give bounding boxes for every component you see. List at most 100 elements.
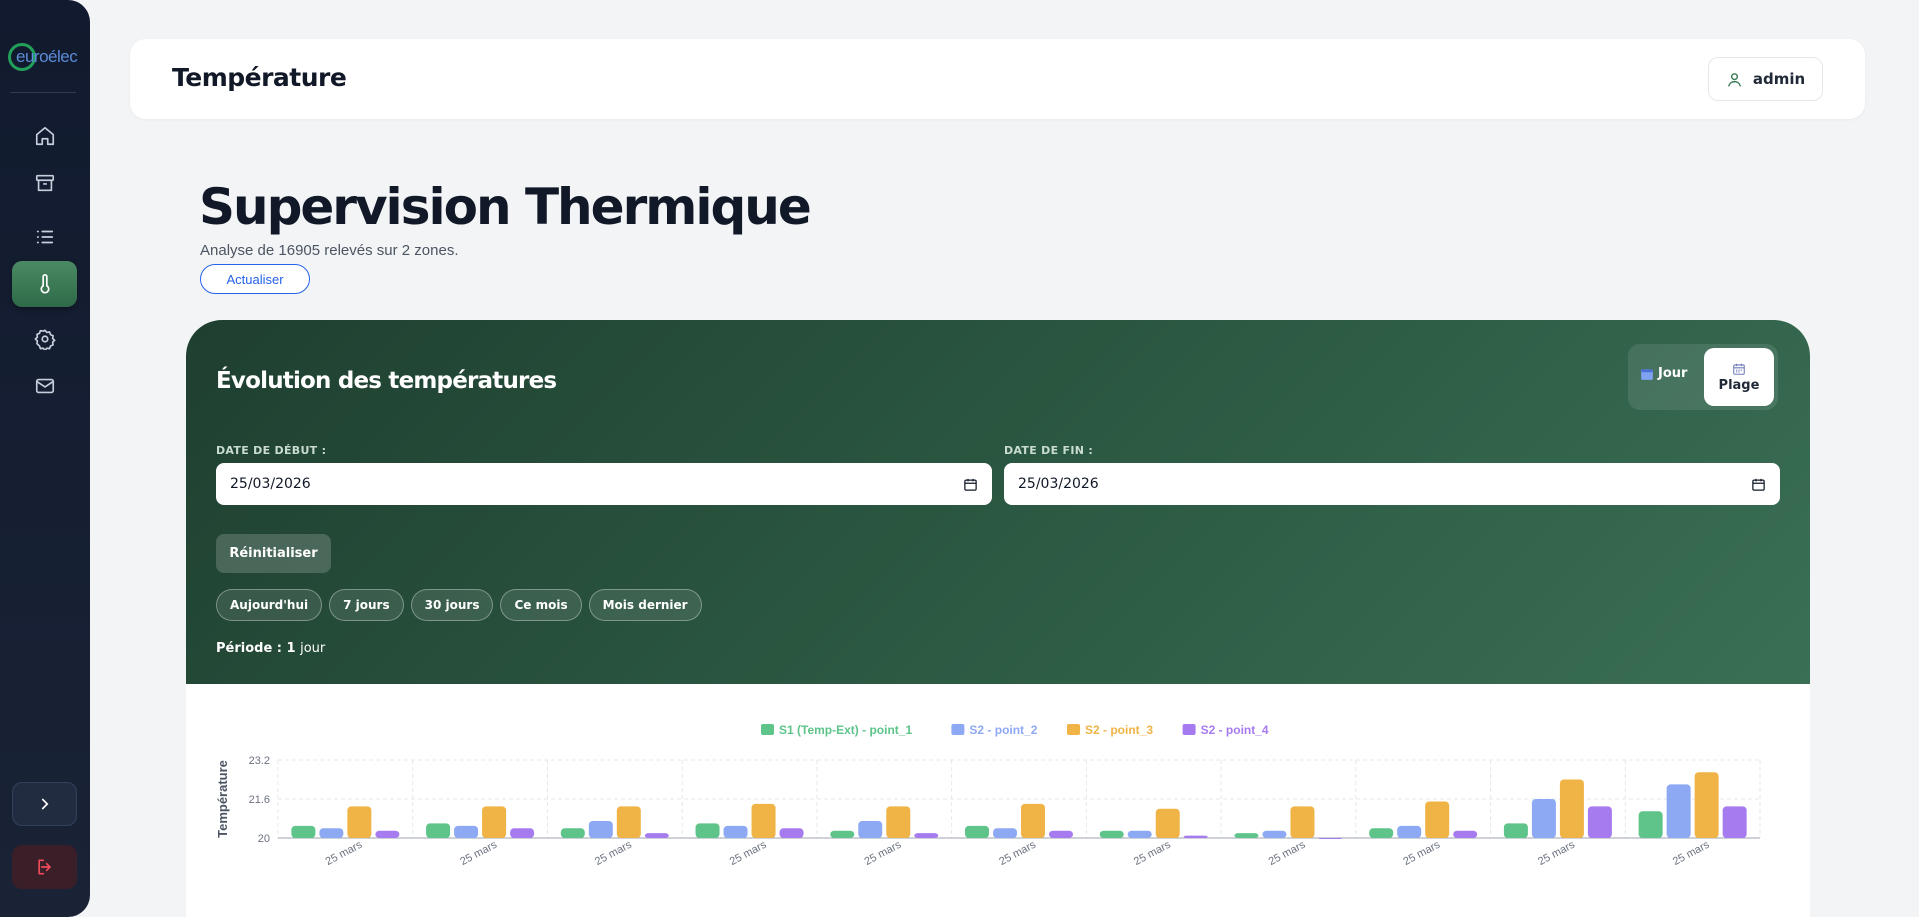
chart-bar [858, 820, 883, 838]
chart-bar [1234, 833, 1259, 838]
calendar-picker-icon[interactable] [1751, 477, 1766, 492]
chart-bar [1290, 806, 1315, 838]
chart-bar [291, 825, 316, 838]
chart-bar [510, 828, 535, 838]
calendar-picker-icon[interactable] [963, 477, 978, 492]
chart-bar [588, 820, 613, 838]
period-summary: Période : 1 jour [216, 641, 325, 656]
chart-bar [347, 806, 372, 838]
chart-bar [1155, 808, 1180, 838]
chart-bar [914, 833, 939, 838]
end-date-input[interactable]: 25/03/2026 [1004, 463, 1780, 505]
sidebar-item-settings[interactable] [12, 316, 77, 362]
legend-label: S2 - point_2 [969, 723, 1037, 737]
chart-svg: 20 21.6 23.2 Température 25 mars 25 mars 25 ma… [215, 723, 1761, 868]
x-tick-label: 25 mars [593, 838, 634, 867]
calendar-range-icon [1733, 363, 1745, 375]
chart-bar [319, 828, 344, 838]
sidebar-item-temperature[interactable] [12, 261, 77, 307]
y-tick-label: 23.2 [249, 755, 270, 767]
chart-bar [1453, 830, 1478, 838]
chart-bar [426, 823, 451, 838]
chart-bar [616, 806, 641, 838]
legend-label: S2 - point_4 [1201, 723, 1269, 737]
chart-bar [1587, 806, 1612, 838]
chart-bar [482, 806, 507, 838]
chevron-right-icon [41, 798, 48, 810]
expand-sidebar-button[interactable] [12, 782, 77, 826]
logout-icon [37, 859, 51, 875]
chart-bar [560, 828, 585, 838]
chart-bar [1559, 779, 1584, 838]
sidebar-item-home[interactable] [12, 113, 77, 159]
sidebar: euroélec [0, 0, 90, 917]
chart-bar [779, 828, 804, 838]
user-menu-button[interactable]: admin [1708, 57, 1823, 101]
page-subtitle: Analyse de 16905 relevés sur 2 zones. [200, 242, 459, 259]
mode-day-label: Jour [1658, 366, 1688, 381]
gear-icon [34, 329, 55, 350]
x-tick-label: 25 mars [1671, 838, 1712, 867]
calendar-icon [1641, 368, 1653, 380]
top-bar: Température admin [130, 39, 1865, 119]
x-tick-label: 25 mars [997, 838, 1038, 867]
chart-bar [886, 806, 911, 838]
start-date-label: DATE DE DÉBUT : [216, 444, 327, 457]
chart-bar [1127, 830, 1152, 838]
x-tick-label: 25 mars [1132, 838, 1173, 867]
mode-range-button[interactable]: Plage [1704, 348, 1774, 406]
chart-bar [1503, 823, 1528, 838]
start-date-value: 25/03/2026 [230, 476, 311, 492]
chart-bar [1397, 825, 1422, 838]
chart-bar [1722, 806, 1747, 838]
y-tick-label: 21.6 [249, 794, 270, 806]
legend-swatch [1067, 724, 1080, 735]
x-tick-label: 25 mars [1267, 838, 1308, 867]
chart-bar [830, 830, 855, 838]
y-tick-label: 20 [258, 833, 270, 845]
panel-title: Évolution des températures [216, 368, 557, 394]
sidebar-item-mail[interactable] [12, 363, 77, 409]
chart-bar [695, 823, 720, 838]
thermometer-icon [40, 274, 49, 294]
chart-bar [1318, 838, 1343, 839]
x-tick-label: 25 mars [1401, 838, 1442, 867]
quick-range-group: Aujourd'hui 7 jours 30 jours Ce mois Moi… [216, 589, 702, 621]
temperature-panel: Évolution des températures Jour Plage DA… [186, 320, 1810, 917]
legend-swatch [761, 724, 774, 735]
page-header-title: Température [172, 63, 347, 92]
chart-bar [993, 828, 1017, 838]
chart-bar [751, 803, 776, 838]
refresh-button[interactable]: Actualiser [200, 264, 310, 294]
legend-label: S1 (Temp-Ext) - point_1 [779, 723, 912, 737]
chart-bar [375, 830, 400, 838]
x-tick-label: 25 mars [728, 838, 769, 867]
logout-button[interactable] [12, 845, 77, 889]
quick-this-month-button[interactable]: Ce mois [500, 589, 582, 621]
quick-today-button[interactable]: Aujourd'hui [216, 589, 323, 621]
user-name: admin [1752, 70, 1806, 88]
chart-bar [1531, 799, 1556, 838]
period-label: Période : [216, 641, 282, 656]
chart-bar [1262, 830, 1287, 838]
x-tick-label: 25 mars [458, 838, 499, 867]
reset-button[interactable]: Réinitialiser [216, 534, 331, 573]
page-title: Supervision Thermique [199, 178, 812, 236]
quick-7days-button[interactable]: 7 jours [329, 589, 404, 621]
quick-30days-button[interactable]: 30 jours [410, 589, 494, 621]
home-icon [35, 126, 54, 146]
start-date-input[interactable]: 25/03/2026 [216, 463, 992, 505]
mode-day-button[interactable]: Jour [1640, 366, 1687, 381]
temperature-chart: 20 21.6 23.2 Température 25 mars 25 mars 25 ma… [186, 684, 1810, 917]
chart-bar [1694, 772, 1719, 838]
quick-last-month-button[interactable]: Mois dernier [588, 589, 702, 621]
archive-icon [35, 174, 54, 192]
brand-logo[interactable]: euroélec [6, 42, 86, 72]
chart-bar [1638, 811, 1663, 838]
mode-range-label: Plage [1718, 377, 1760, 393]
sidebar-item-list[interactable] [12, 214, 77, 260]
sidebar-item-archive[interactable] [12, 160, 77, 206]
mode-toggle: Jour Plage [1628, 344, 1778, 410]
brand-name: euroélec [16, 47, 78, 66]
legend-label: S2 - point_3 [1085, 723, 1153, 737]
